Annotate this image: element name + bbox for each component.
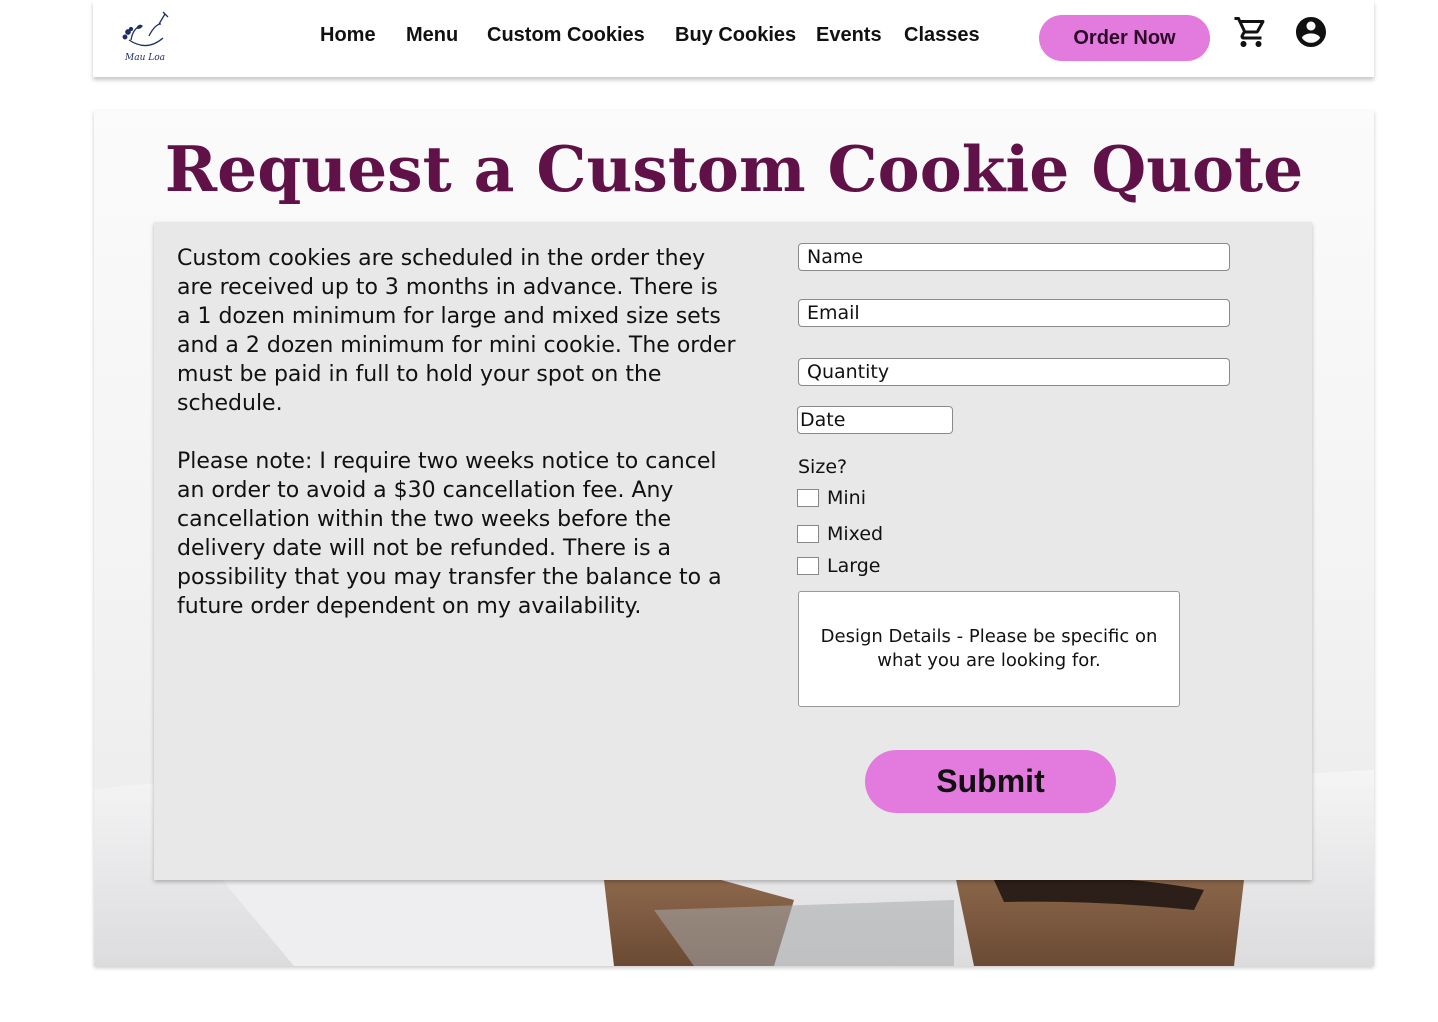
- top-navbar: Mau Loa Home Menu Custom Cookies Buy Coo…: [93, 0, 1374, 77]
- mini-checkbox[interactable]: [797, 489, 819, 507]
- svg-text:Mau Loa: Mau Loa: [124, 53, 165, 63]
- large-label: Large: [827, 555, 881, 577]
- date-field[interactable]: [797, 406, 953, 434]
- name-field[interactable]: [798, 243, 1230, 271]
- scheduling-policy: Custom cookies are scheduled in the orde…: [177, 246, 736, 416]
- mixed-label: Mixed: [827, 523, 884, 545]
- nav-menu[interactable]: Menu: [406, 24, 458, 47]
- nav-custom-cookies[interactable]: Custom Cookies: [487, 24, 645, 47]
- nav-buy-cookies[interactable]: Buy Cookies: [675, 24, 796, 47]
- mini-label: Mini: [827, 487, 866, 509]
- submit-button[interactable]: Submit: [865, 750, 1116, 813]
- policy-text: Custom cookies are scheduled in the orde…: [177, 244, 737, 650]
- brand-logo[interactable]: Mau Loa: [119, 10, 175, 66]
- nav-home[interactable]: Home: [320, 24, 376, 47]
- page-title: Request a Custom Cookie Quote: [164, 132, 1304, 206]
- quote-panel: Custom cookies are scheduled in the orde…: [154, 222, 1312, 880]
- cancellation-policy: Please note: I require two weeks notice …: [177, 449, 722, 619]
- nav-events[interactable]: Events: [816, 24, 882, 47]
- size-option-mixed[interactable]: Mixed: [797, 523, 883, 545]
- size-label: Size?: [798, 456, 848, 478]
- mixed-checkbox[interactable]: [797, 525, 819, 543]
- size-option-large[interactable]: Large: [797, 555, 880, 577]
- size-option-mini[interactable]: Mini: [797, 487, 866, 509]
- quantity-field[interactable]: [798, 358, 1230, 386]
- account-icon[interactable]: [1293, 14, 1329, 50]
- design-details-field[interactable]: [798, 591, 1180, 707]
- cart-icon[interactable]: [1233, 14, 1269, 50]
- order-now-button[interactable]: Order Now: [1039, 15, 1210, 61]
- nav-classes[interactable]: Classes: [904, 24, 980, 47]
- large-checkbox[interactable]: [797, 557, 819, 575]
- email-field[interactable]: [798, 299, 1230, 327]
